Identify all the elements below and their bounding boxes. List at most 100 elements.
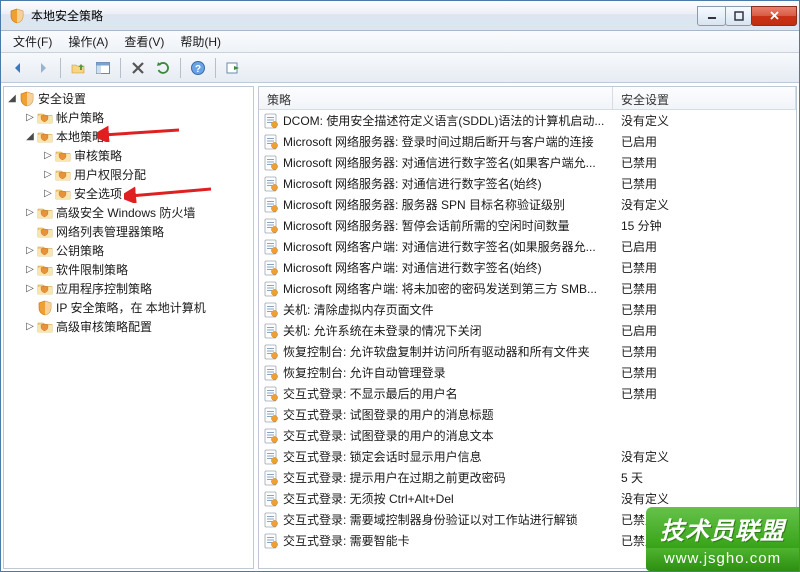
policy-name: Microsoft 网络服务器: 对通信进行数字签名(如果客户端允...: [283, 154, 613, 171]
expand-icon[interactable]: ▷: [24, 245, 36, 256]
close-button[interactable]: [751, 6, 797, 26]
column-policy[interactable]: 策略: [259, 87, 613, 109]
policy-value: 没有定义: [613, 490, 792, 507]
refresh-button[interactable]: [152, 57, 174, 79]
list-item[interactable]: 恢复控制台: 允许自动管理登录已禁用: [259, 362, 796, 383]
menu-file[interactable]: 文件(F): [5, 30, 60, 53]
list-item[interactable]: Microsoft 网络服务器: 对通信进行数字签名(始终)已禁用: [259, 173, 796, 194]
list-item[interactable]: Microsoft 网络服务器: 暂停会话前所需的空闲时间数量15 分钟: [259, 215, 796, 236]
policy-name: 交互式登录: 需要域控制器身份验证以对工作站进行解锁: [283, 511, 613, 528]
folder-icon: [37, 129, 53, 145]
expand-icon[interactable]: ▷: [42, 150, 54, 161]
policy-icon: [263, 533, 279, 549]
list-item[interactable]: Microsoft 网络服务器: 对通信进行数字签名(如果客户端允...已禁用: [259, 152, 796, 173]
menu-action[interactable]: 操作(A): [60, 30, 116, 53]
tree-panel[interactable]: ◢ 安全设置 ▷ 帐户策略 ◢ 本地策略: [3, 86, 254, 569]
tree-firewall[interactable]: ▷ 高级安全 Windows 防火墙: [22, 203, 253, 222]
list-item[interactable]: 交互式登录: 试图登录的用户的消息文本: [259, 425, 796, 446]
list-header: 策略 安全设置: [259, 87, 796, 110]
menu-help[interactable]: 帮助(H): [172, 30, 229, 53]
list-item[interactable]: Microsoft 网络客户端: 对通信进行数字签名(始终)已禁用: [259, 257, 796, 278]
policy-icon: [263, 218, 279, 234]
tree-root[interactable]: ◢ 安全设置: [4, 89, 253, 108]
list-item[interactable]: Microsoft 网络客户端: 将未加密的密码发送到第三方 SMB...已禁用: [259, 278, 796, 299]
list-item[interactable]: 交互式登录: 试图登录的用户的消息标题: [259, 404, 796, 425]
back-button[interactable]: [7, 57, 29, 79]
policy-icon: [263, 281, 279, 297]
policy-value: 已禁用: [613, 259, 792, 276]
policy-name: Microsoft 网络服务器: 暂停会话前所需的空闲时间数量: [283, 217, 613, 234]
policy-icon: [263, 197, 279, 213]
list-item[interactable]: 关机: 允许系统在未登录的情况下关闭已启用: [259, 320, 796, 341]
policy-value: 已禁用: [613, 385, 792, 402]
list-item[interactable]: 交互式登录: 需要智能卡已禁用: [259, 530, 796, 551]
expand-icon[interactable]: ▷: [42, 169, 54, 180]
list-item[interactable]: 交互式登录: 无须按 Ctrl+Alt+Del没有定义: [259, 488, 796, 509]
panes-button[interactable]: [92, 57, 114, 79]
list-item[interactable]: 交互式登录: 锁定会话时显示用户信息没有定义: [259, 446, 796, 467]
list-item[interactable]: 交互式登录: 需要域控制器身份验证以对工作站进行解锁已禁用: [259, 509, 796, 530]
tree-network-list[interactable]: 网络列表管理器策略: [22, 222, 253, 241]
tree-pubkey[interactable]: ▷ 公钥策略: [22, 241, 253, 260]
maximize-button[interactable]: [725, 6, 752, 26]
policy-value: 15 分钟: [613, 217, 792, 234]
tree-label: IP 安全策略，在 本地计算机: [56, 299, 206, 316]
policy-name: 交互式登录: 需要智能卡: [283, 532, 613, 549]
list-item[interactable]: 交互式登录: 不显示最后的用户名已禁用: [259, 383, 796, 404]
tree-app-control[interactable]: ▷ 应用程序控制策略: [22, 279, 253, 298]
list-item[interactable]: 交互式登录: 提示用户在过期之前更改密码5 天: [259, 467, 796, 488]
column-setting[interactable]: 安全设置: [613, 87, 796, 109]
policy-value: 已启用: [613, 133, 792, 150]
tree-ipsec[interactable]: IP 安全策略，在 本地计算机: [22, 298, 253, 317]
separator: [215, 58, 216, 78]
tree-adv-audit[interactable]: ▷ 高级审核策略配置: [22, 317, 253, 336]
tree-label: 安全选项: [74, 185, 122, 202]
help-button[interactable]: [187, 57, 209, 79]
tree-audit-policy[interactable]: ▷ 审核策略: [40, 146, 253, 165]
collapse-icon[interactable]: ◢: [6, 93, 18, 104]
list-item[interactable]: Microsoft 网络客户端: 对通信进行数字签名(如果服务器允...已启用: [259, 236, 796, 257]
up-button[interactable]: [67, 57, 89, 79]
expand-icon[interactable]: ▷: [24, 264, 36, 275]
expand-icon[interactable]: ▷: [42, 188, 54, 199]
expand-icon[interactable]: ▷: [24, 112, 36, 123]
policy-name: Microsoft 网络客户端: 对通信进行数字签名(如果服务器允...: [283, 238, 613, 255]
tree-label: 软件限制策略: [56, 261, 128, 278]
expand-icon[interactable]: ▷: [24, 283, 36, 294]
export-button[interactable]: [222, 57, 244, 79]
policy-value: 已启用: [613, 322, 792, 339]
policy-value: 已禁用: [613, 301, 792, 318]
list-panel: 策略 安全设置 DCOM: 使用安全描述符定义语言(SDDL)语法的计算机启动.…: [258, 86, 797, 569]
policy-value: 已禁用: [613, 154, 792, 171]
folder-icon: [37, 281, 53, 297]
expand-icon[interactable]: ▷: [24, 207, 36, 218]
shield-icon: [19, 91, 35, 107]
list-item[interactable]: 关机: 清除虚拟内存页面文件已禁用: [259, 299, 796, 320]
expand-icon[interactable]: ▷: [24, 321, 36, 332]
tree-label: 公钥策略: [56, 242, 104, 259]
list-item[interactable]: DCOM: 使用安全描述符定义语言(SDDL)语法的计算机启动...没有定义: [259, 110, 796, 131]
list-body[interactable]: DCOM: 使用安全描述符定义语言(SDDL)语法的计算机启动...没有定义Mi…: [259, 110, 796, 568]
forward-button[interactable]: [32, 57, 54, 79]
tree-label: 本地策略: [56, 128, 104, 145]
tree-security-options[interactable]: ▷ 安全选项: [40, 184, 253, 203]
policy-value: 已禁用: [613, 511, 792, 528]
policy-icon: [263, 134, 279, 150]
policy-icon: [263, 239, 279, 255]
policy-name: 恢复控制台: 允许自动管理登录: [283, 364, 613, 381]
tree-software-restrict[interactable]: ▷ 软件限制策略: [22, 260, 253, 279]
separator: [180, 58, 181, 78]
tree-user-rights[interactable]: ▷ 用户权限分配: [40, 165, 253, 184]
delete-button[interactable]: [127, 57, 149, 79]
collapse-icon[interactable]: ◢: [24, 131, 36, 142]
list-item[interactable]: Microsoft 网络服务器: 登录时间过期后断开与客户端的连接已启用: [259, 131, 796, 152]
tree-local-policy[interactable]: ◢ 本地策略: [22, 127, 253, 146]
policy-icon: [263, 512, 279, 528]
tree-account-policy[interactable]: ▷ 帐户策略: [22, 108, 253, 127]
list-item[interactable]: 恢复控制台: 允许软盘复制并访问所有驱动器和所有文件夹已禁用: [259, 341, 796, 362]
list-item[interactable]: Microsoft 网络服务器: 服务器 SPN 目标名称验证级别没有定义: [259, 194, 796, 215]
policy-icon: [263, 365, 279, 381]
menu-view[interactable]: 查看(V): [116, 30, 172, 53]
policy-icon: [263, 386, 279, 402]
minimize-button[interactable]: [697, 6, 726, 26]
